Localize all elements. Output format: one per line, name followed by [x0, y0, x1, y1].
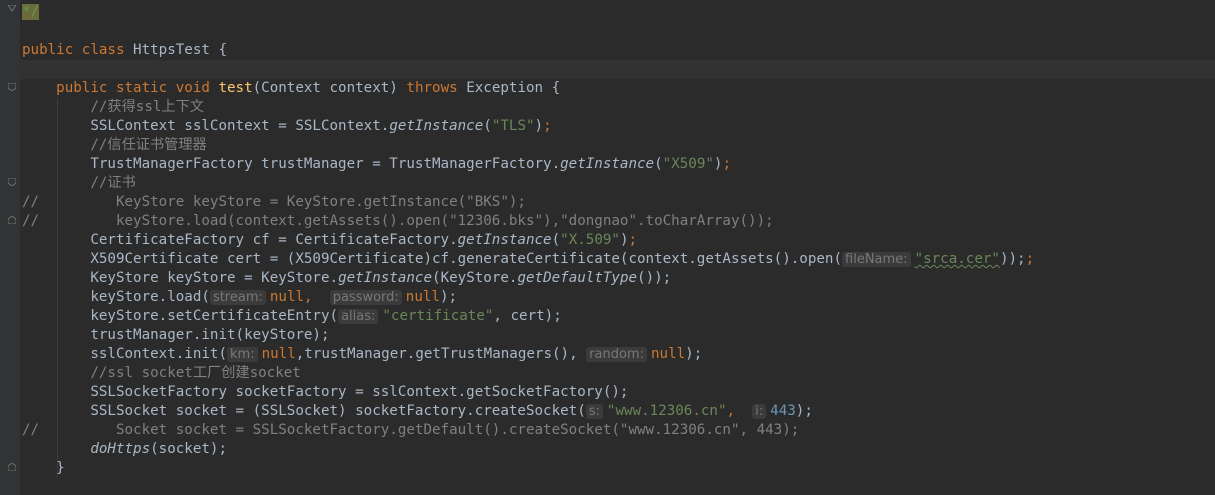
code-line[interactable]: TrustManagerFactory trustManager = Trust… [22, 155, 731, 174]
code: X509Certificate cert = (X509Certificate)… [90, 251, 843, 267]
code-line[interactable]: // Socket socket = SSLSocketFactory.getD… [22, 421, 799, 440]
code-line[interactable]: keyStore.setCertificateEntry(alias: "cert… [22, 307, 562, 326]
code-line[interactable]: //证书 [22, 174, 136, 193]
code-line[interactable]: sslContext.init(km: null,trustManager.get… [22, 345, 702, 364]
method-call: getInstance [389, 118, 484, 134]
editor-gutter [0, 0, 20, 495]
code-line[interactable]: X509Certificate cert = (X509Certificate)… [22, 250, 1034, 269]
code-line[interactable]: doHttps(socket); [22, 440, 227, 459]
comment-prefix: // [22, 213, 40, 229]
string: "TLS" [491, 118, 535, 134]
exception: Exception { [466, 80, 561, 96]
brace: } [56, 460, 65, 476]
comment: //ssl socket工厂创建socket [90, 365, 301, 381]
null-literal: null [269, 289, 305, 305]
code: SSLContext sslContext = SSLContext. [90, 118, 390, 134]
method-call: getInstance [338, 270, 433, 286]
code-line[interactable]: CertificateFactory cf = CertificateFacto… [22, 231, 637, 250]
fold-marker-icon[interactable] [8, 216, 16, 224]
class-name: HttpsTest [133, 42, 210, 58]
code: (KeyStore. [432, 270, 518, 286]
comment: keyStore.load(context.getAssets().open("… [115, 213, 774, 229]
string: "X.509" [560, 232, 620, 248]
code: ); [685, 346, 703, 362]
code: )); [999, 251, 1026, 267]
param-hint: i: [752, 404, 767, 419]
code-line[interactable]: //ssl socket工厂创建socket [22, 364, 301, 383]
brace: { [218, 42, 228, 58]
code-line[interactable]: public class HttpsTest { [22, 41, 227, 60]
param-hint: km: [227, 347, 258, 362]
null-literal: null [261, 346, 296, 362]
comment-prefix: // [22, 422, 40, 438]
keyword: throws [406, 80, 458, 96]
fold-marker-icon[interactable] [8, 5, 16, 13]
code: trustManager.init(keyStore); [90, 327, 330, 343]
code-line[interactable]: */ [22, 3, 40, 22]
fold-marker-icon[interactable] [8, 83, 16, 91]
params: (Context context) [252, 80, 398, 96]
code-line[interactable]: trustManager.init(keyStore); [22, 326, 330, 345]
string: "certificate" [382, 308, 494, 324]
string: "srca.cer" [914, 251, 1000, 267]
param-hint: s: [585, 404, 603, 419]
code-line[interactable]: // KeyStore keyStore = KeyStore.getInsta… [22, 193, 526, 212]
code: CertificateFactory cf = CertificateFacto… [90, 232, 458, 248]
code-line[interactable]: keyStore.load(stream: null, password: null… [22, 288, 457, 307]
keyword: public class [22, 42, 125, 58]
param-hint: fileName: [842, 252, 911, 267]
method-name: test [218, 80, 253, 96]
comment: //证书 [90, 175, 136, 191]
code: TrustManagerFactory trustManager = Trust… [90, 156, 561, 172]
code-line[interactable]: public static void test(Context context)… [22, 79, 560, 98]
current-line-highlight [20, 60, 1215, 79]
comment-prefix: // [22, 194, 40, 210]
string: "www.12306.cn" [606, 403, 727, 419]
code-line[interactable]: KeyStore keyStore = KeyStore.getInstance… [22, 269, 671, 288]
string: "X509" [662, 156, 714, 172]
null-literal: null [651, 346, 686, 362]
code: keyStore.load( [90, 289, 210, 305]
code-line[interactable]: } [22, 459, 65, 478]
code: sslContext.init( [90, 346, 228, 362]
code: SSLSocket socket = (SSLSocket) socketFac… [90, 403, 586, 419]
method-call: getInstance [560, 156, 655, 172]
code-line[interactable]: SSLContext sslContext = SSLContext.getIn… [22, 117, 551, 136]
comma: , [726, 403, 736, 419]
comment: KeyStore keyStore = KeyStore.getInstance… [115, 194, 526, 210]
number-literal: 443 [770, 403, 796, 419]
param-hint: password: [329, 290, 402, 305]
param-hint: stream: [209, 290, 266, 305]
code: , cert); [493, 308, 562, 324]
fold-marker-icon[interactable] [8, 463, 16, 471]
code: keyStore.setCertificateEntry( [90, 308, 339, 324]
comment: Socket socket = SSLSocketFactory.getDefa… [115, 422, 800, 438]
method-call: getInstance [457, 232, 552, 248]
code: SSLSocketFactory socketFactory = sslCont… [90, 384, 629, 400]
keyword: public static void [56, 80, 210, 96]
method-call: doHttps [90, 441, 151, 457]
code-line[interactable]: SSLSocketFactory socketFactory = sslCont… [22, 383, 628, 402]
code: ); [795, 403, 813, 419]
param-hint: alias: [338, 309, 379, 324]
code-line[interactable]: //信任证书管理器 [22, 136, 207, 155]
fold-marker-icon[interactable] [8, 178, 16, 186]
code: (socket); [150, 441, 228, 457]
comment: //获得ssl上下文 [90, 99, 204, 115]
code: KeyStore keyStore = KeyStore. [90, 270, 339, 286]
code: ()); [637, 270, 672, 286]
code-line[interactable]: SSLSocket socket = (SSLSocket) socketFac… [22, 402, 813, 421]
comment-close: */ [22, 4, 40, 20]
method-call: getDefaultType [517, 270, 638, 286]
code: ,trustManager.getTrustManagers(), [295, 346, 578, 362]
comment: //信任证书管理器 [90, 137, 207, 153]
null-literal: null [405, 289, 440, 305]
code: ); [439, 289, 458, 305]
code-line[interactable]: //获得ssl上下文 [22, 98, 204, 117]
code-line[interactable]: // keyStore.load(context.getAssets().ope… [22, 212, 774, 231]
param-hint: random: [586, 347, 647, 362]
